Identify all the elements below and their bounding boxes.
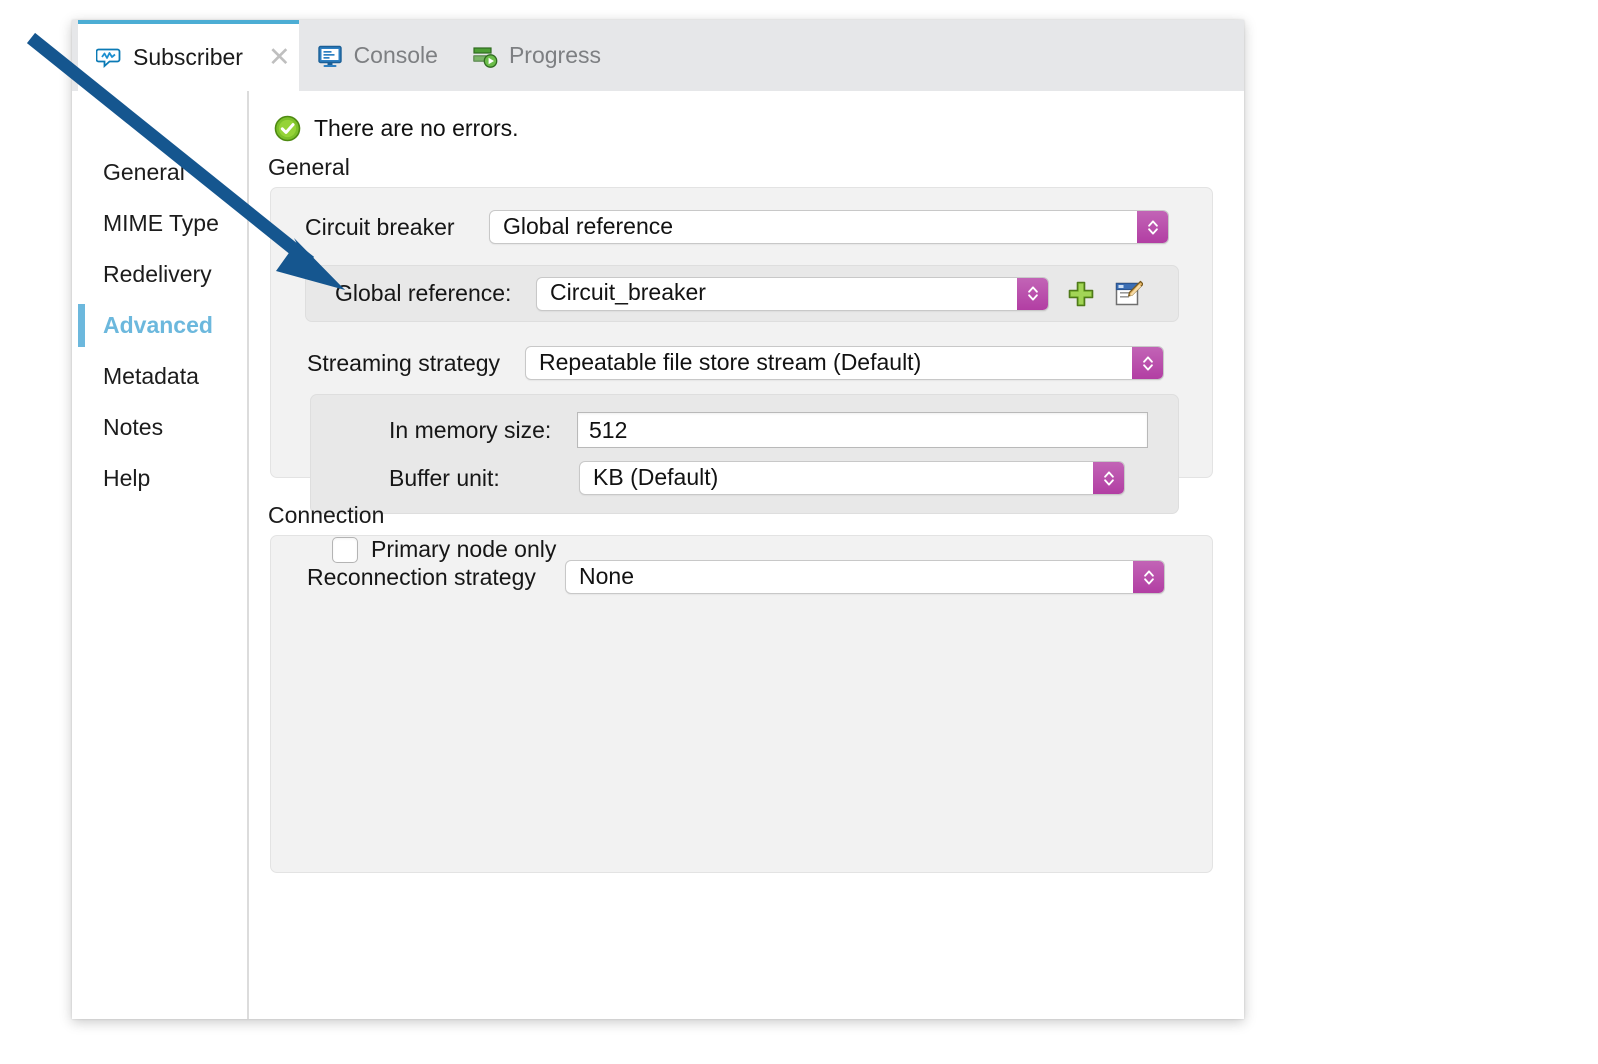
- buffer-settings-subpanel: In memory size: 512 Buffer unit: KB (Def…: [310, 394, 1179, 514]
- sidebar-item-label: Advanced: [103, 312, 213, 339]
- primary-node-only-label: Primary node only: [371, 536, 556, 563]
- circuit-breaker-value: Global reference: [503, 215, 673, 240]
- connection-group-title: Connection: [268, 502, 1244, 529]
- sidebar-item-label: Help: [103, 465, 150, 492]
- general-panel: Circuit breaker Global reference: [270, 187, 1213, 478]
- in-memory-size-input[interactable]: 512: [577, 412, 1148, 448]
- streaming-strategy-row: Streaming strategy Repeatable file store…: [307, 346, 1212, 380]
- tab-subscriber[interactable]: Subscriber ✕: [78, 20, 299, 91]
- chevron-updown-icon[interactable]: [1093, 462, 1124, 494]
- global-reference-value: Circuit_breaker: [550, 281, 706, 306]
- tab-bar: Subscriber ✕ Console: [72, 20, 1244, 91]
- circuit-breaker-row: Circuit breaker Global reference: [305, 210, 1212, 244]
- reconnection-strategy-row: Reconnection strategy None: [307, 560, 1212, 594]
- sidebar-item-label: Metadata: [103, 363, 199, 390]
- reconnection-strategy-label: Reconnection strategy: [307, 564, 565, 591]
- streaming-strategy-value: Repeatable file store stream (Default): [539, 351, 921, 376]
- window-body: General MIME Type Redelivery Advanced Me…: [72, 91, 1244, 1019]
- status-message: There are no errors.: [274, 115, 1244, 142]
- primary-node-only-checkbox[interactable]: [332, 537, 358, 563]
- tab-subscriber-label: Subscriber: [133, 46, 243, 69]
- reconnection-strategy-value: None: [579, 565, 634, 590]
- progress-bars-icon: [472, 43, 498, 69]
- settings-content: There are no errors. General Circuit bre…: [249, 91, 1244, 1019]
- sidebar-item-label: Redelivery: [103, 261, 212, 288]
- success-check-icon: [274, 115, 301, 142]
- chevron-updown-icon[interactable]: [1132, 347, 1163, 379]
- tab-close-icon[interactable]: ✕: [268, 44, 291, 71]
- buffer-unit-row: Buffer unit: KB (Default): [311, 461, 1178, 495]
- buffer-unit-select[interactable]: KB (Default): [579, 461, 1125, 495]
- sidebar-item-advanced[interactable]: Advanced: [72, 300, 247, 351]
- reconnection-strategy-select[interactable]: None: [565, 560, 1165, 594]
- streaming-strategy-label: Streaming strategy: [307, 350, 525, 377]
- status-text: There are no errors.: [314, 115, 519, 142]
- global-reference-label: Global reference:: [335, 280, 536, 307]
- global-reference-select[interactable]: Circuit_breaker: [536, 277, 1049, 311]
- general-group-title: General: [268, 154, 1244, 181]
- sidebar-item-general[interactable]: General: [72, 147, 247, 198]
- edit-pencil-icon[interactable]: [1113, 279, 1143, 309]
- sidebar-item-help[interactable]: Help: [72, 453, 247, 504]
- subscriber-window: Subscriber ✕ Console: [72, 20, 1244, 1019]
- sidebar-item-label: General: [103, 159, 185, 186]
- chevron-updown-icon[interactable]: [1017, 278, 1048, 310]
- sidebar-item-redelivery[interactable]: Redelivery: [72, 249, 247, 300]
- console-monitor-icon: [317, 43, 343, 69]
- tab-progress-label: Progress: [509, 44, 601, 67]
- in-memory-size-label: In memory size:: [389, 417, 577, 444]
- plus-add-icon[interactable]: [1066, 279, 1096, 309]
- screenshot-root: Subscriber ✕ Console: [0, 0, 1598, 1064]
- chevron-updown-icon[interactable]: [1137, 211, 1168, 243]
- circuit-breaker-select[interactable]: Global reference: [489, 210, 1169, 244]
- sidebar-item-label: MIME Type: [103, 210, 219, 237]
- in-memory-size-value: 512: [589, 417, 627, 444]
- tab-progress[interactable]: Progress: [454, 20, 617, 91]
- sidebar-item-metadata[interactable]: Metadata: [72, 351, 247, 402]
- streaming-strategy-select[interactable]: Repeatable file store stream (Default): [525, 346, 1164, 380]
- circuit-breaker-label: Circuit breaker: [305, 214, 489, 241]
- sidebar-item-notes[interactable]: Notes: [72, 402, 247, 453]
- in-memory-size-row: In memory size: 512: [311, 412, 1178, 448]
- tab-console[interactable]: Console: [299, 20, 454, 91]
- buffer-unit-value: KB (Default): [593, 466, 718, 491]
- settings-sidebar: General MIME Type Redelivery Advanced Me…: [72, 91, 249, 1019]
- global-reference-subpanel: Global reference: Circuit_breaker: [305, 265, 1179, 322]
- sidebar-item-label: Notes: [103, 414, 163, 441]
- connection-panel: Reconnection strategy None: [270, 535, 1213, 873]
- subscriber-bubble-icon: [96, 45, 122, 71]
- buffer-unit-label: Buffer unit:: [389, 465, 579, 492]
- chevron-updown-icon[interactable]: [1133, 561, 1164, 593]
- tab-console-label: Console: [354, 44, 438, 67]
- sidebar-item-mime-type[interactable]: MIME Type: [72, 198, 247, 249]
